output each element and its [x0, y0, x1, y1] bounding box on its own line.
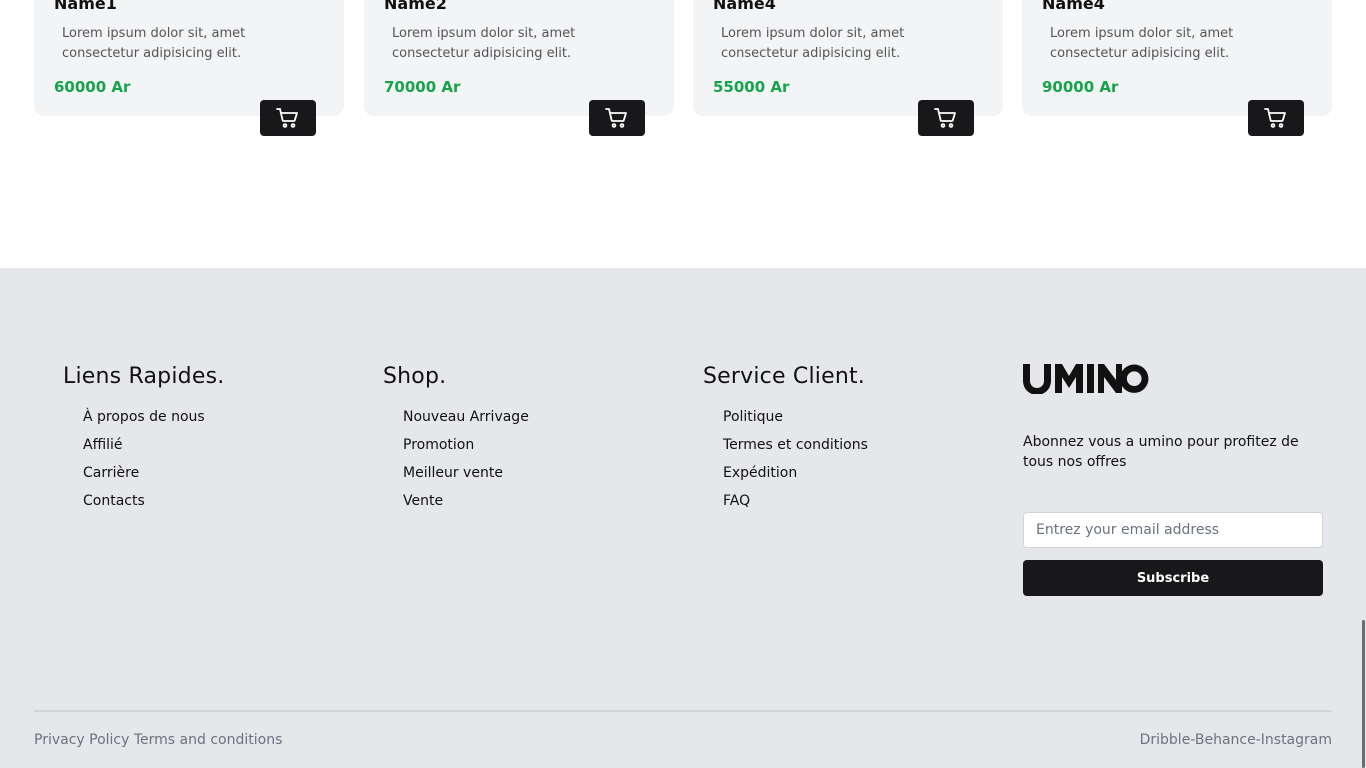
- product-card: Name2 Lorem ipsum dolor sit, amet consec…: [364, 0, 674, 116]
- product-description: Lorem ipsum dolor sit, amet consectetur …: [392, 26, 576, 61]
- add-to-cart-button[interactable]: [918, 100, 974, 136]
- legal-links: Privacy Policy Terms and conditions: [34, 732, 282, 748]
- footer-link-faq[interactable]: FAQ: [723, 487, 868, 515]
- service-title: Service Client.: [703, 364, 865, 389]
- scrollbar-thumb[interactable]: [1362, 620, 1365, 768]
- footer-link-about[interactable]: À propos de nous: [83, 403, 224, 431]
- footer: Liens Rapides. À propos de nous Affilié …: [0, 268, 1366, 768]
- subscribe-button[interactable]: Subscribe: [1023, 560, 1323, 596]
- footer-link-best-sellers[interactable]: Meilleur vente: [403, 459, 529, 487]
- privacy-policy-link[interactable]: Privacy Policy: [34, 732, 129, 748]
- shop-title: Shop.: [383, 364, 447, 389]
- add-to-cart-button[interactable]: [589, 100, 645, 136]
- social-links[interactable]: Dribble-Behance-Instagram: [1140, 732, 1332, 748]
- subscribe-description: Abonnez vous a umino pour profitez de to…: [1023, 434, 1299, 470]
- shopping-cart-icon: [934, 108, 956, 128]
- add-to-cart-button[interactable]: [260, 100, 316, 136]
- product-card: Name4 Lorem ipsum dolor sit, amet consec…: [1022, 0, 1332, 116]
- footer-link-affiliate[interactable]: Affilié: [83, 431, 224, 459]
- product-name: Name4: [1042, 0, 1105, 13]
- shop-column: Shop. Nouveau Arrivage Promotion Meilleu…: [383, 364, 529, 515]
- product-description: Lorem ipsum dolor sit, amet consectetur …: [1050, 26, 1234, 61]
- footer-link-terms[interactable]: Termes et conditions: [723, 431, 868, 459]
- service-list: Politique Termes et conditions Expéditio…: [703, 403, 868, 515]
- shop-list: Nouveau Arrivage Promotion Meilleur vent…: [383, 403, 529, 515]
- product-name: Name2: [384, 0, 447, 13]
- service-column: Service Client. Politique Termes et cond…: [703, 364, 868, 515]
- product-list: Name1 Lorem ipsum dolor sit, amet consec…: [34, 0, 1332, 268]
- product-price: 70000 Ar: [384, 78, 461, 96]
- shopping-cart-icon: [605, 108, 627, 128]
- quick-links-list: À propos de nous Affilié Carrière Contac…: [63, 403, 224, 515]
- umino-logo[interactable]: [1023, 364, 1151, 398]
- product-description: Lorem ipsum dolor sit, amet consectetur …: [62, 26, 246, 61]
- footer-link-contacts[interactable]: Contacts: [83, 487, 224, 515]
- page: Name1 Lorem ipsum dolor sit, amet consec…: [0, 0, 1366, 768]
- product-card: Name4 Lorem ipsum dolor sit, amet consec…: [693, 0, 1003, 116]
- product-price: 60000 Ar: [54, 78, 131, 96]
- shopping-cart-icon: [1264, 108, 1286, 128]
- footer-link-new-arrivals[interactable]: Nouveau Arrivage: [403, 403, 529, 431]
- shopping-cart-icon: [276, 108, 298, 128]
- footer-link-career[interactable]: Carrière: [83, 459, 224, 487]
- product-description: Lorem ipsum dolor sit, amet consectetur …: [721, 26, 905, 61]
- add-to-cart-button[interactable]: [1248, 100, 1304, 136]
- product-name: Name1: [54, 0, 117, 13]
- footer-link-shipping[interactable]: Expédition: [723, 459, 868, 487]
- product-name: Name4: [713, 0, 776, 13]
- footer-link-promotion[interactable]: Promotion: [403, 431, 529, 459]
- scrollbar[interactable]: [1360, 0, 1366, 768]
- footer-link-sale[interactable]: Vente: [403, 487, 529, 515]
- product-card: Name1 Lorem ipsum dolor sit, amet consec…: [34, 0, 344, 116]
- quick-links-column: Liens Rapides. À propos de nous Affilié …: [63, 364, 224, 515]
- email-input[interactable]: [1023, 512, 1323, 548]
- footer-divider: [34, 710, 1332, 712]
- terms-link[interactable]: Terms and conditions: [134, 732, 283, 748]
- product-price: 55000 Ar: [713, 78, 790, 96]
- quick-links-title: Liens Rapides.: [63, 364, 225, 389]
- footer-link-policy[interactable]: Politique: [723, 403, 868, 431]
- product-price: 90000 Ar: [1042, 78, 1119, 96]
